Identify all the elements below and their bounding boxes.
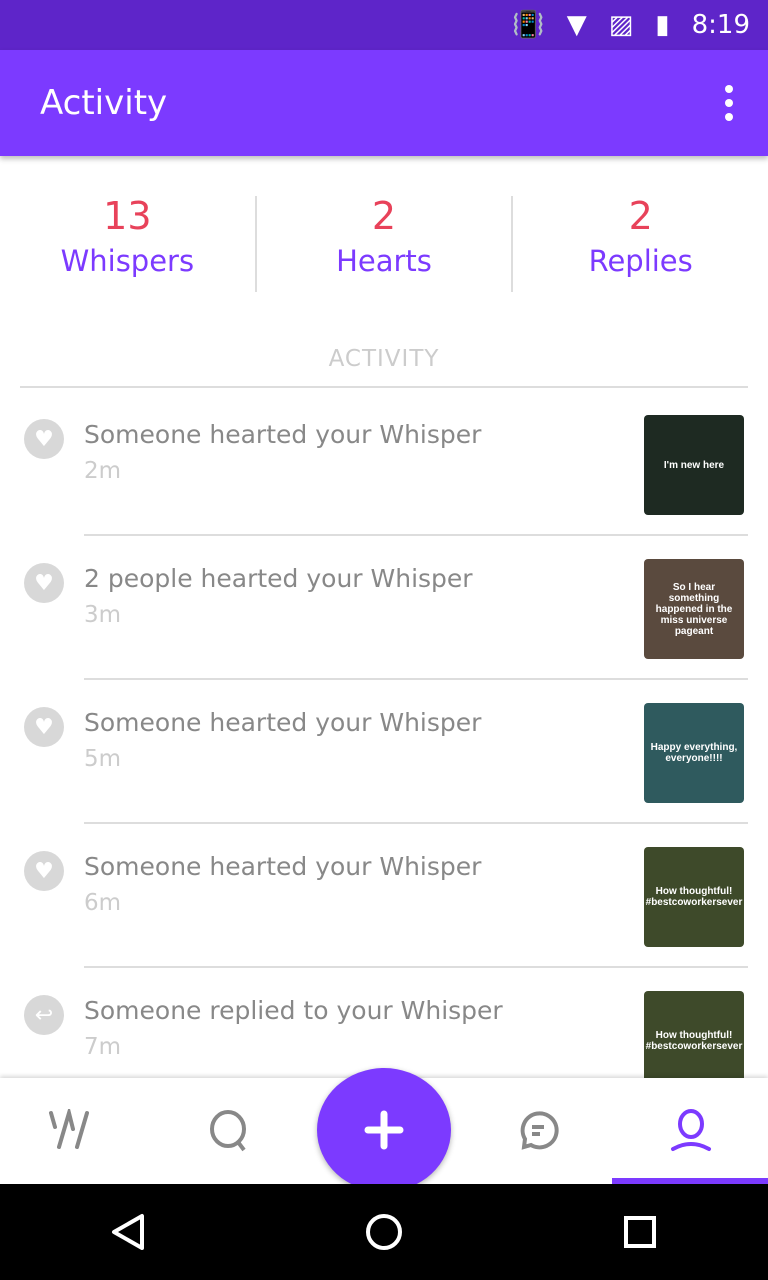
reply-icon: ↩ [24, 995, 64, 1035]
activity-text: Someone hearted your Whisper [84, 420, 482, 449]
no-sim-icon: ▨ [608, 10, 634, 40]
app-bar: Activity [0, 50, 768, 156]
activity-text: Someone hearted your Whisper [84, 852, 482, 881]
list-item[interactable]: ♥ Someone hearted your Whisper 2m I'm ne… [0, 392, 768, 536]
nav-messages[interactable] [461, 1078, 615, 1184]
vibrate-icon: 📳 [512, 10, 545, 40]
activity-time: 5m [84, 746, 122, 772]
page-title: Activity [40, 83, 168, 123]
stat-label: Replies [588, 243, 693, 278]
chat-icon [520, 1111, 559, 1150]
heart-icon: ♥ [24, 851, 64, 891]
more-options-icon[interactable] [725, 85, 733, 121]
nav-profile[interactable] [611, 1078, 768, 1184]
whisper-thumbnail[interactable]: I'm new here [644, 415, 744, 515]
whisper-thumbnail[interactable]: So I hear something happened in the miss… [644, 559, 744, 659]
stat-label: Hearts [336, 243, 432, 278]
list-item[interactable]: ♥ Someone hearted your Whisper 6m How th… [0, 824, 768, 968]
home-icon[interactable] [364, 1212, 404, 1252]
heart-icon: ♥ [24, 563, 64, 603]
heart-icon: ♥ [24, 707, 64, 747]
whisper-logo-icon [48, 1109, 89, 1149]
nav-home[interactable] [0, 1078, 154, 1184]
activity-list: ♥ Someone hearted your Whisper 2m I'm ne… [0, 392, 768, 1078]
stat-value: 2 [628, 194, 653, 238]
clock: 8:19 [691, 10, 750, 40]
back-icon[interactable] [108, 1212, 148, 1252]
stat-hearts[interactable]: 2 Hearts [257, 194, 514, 292]
list-item[interactable]: ♥ Someone hearted your Whisper 5m Happy … [0, 680, 768, 824]
stat-value: 13 [103, 194, 152, 238]
battery-icon: ▮ [655, 10, 670, 40]
compose-button[interactable] [317, 1068, 451, 1192]
whisper-thumbnail[interactable]: How thoughtful! #bestcoworkersever [644, 847, 744, 947]
stats: 13 Whispers 2 Hearts 2 Replies [0, 194, 768, 292]
activity-time: 3m [84, 602, 122, 628]
status-bar: 📳 ▼ ▨ ▮ 8:19 [0, 0, 768, 50]
profile-icon [671, 1109, 712, 1151]
stat-whispers[interactable]: 13 Whispers [0, 194, 257, 292]
whisper-thumbnail[interactable]: Happy everything, everyone!!!! [644, 703, 744, 803]
activity-text: Someone replied to your Whisper [84, 996, 503, 1025]
heart-icon: ♥ [24, 419, 64, 459]
list-item[interactable]: ♥ 2 people hearted your Whisper 3m So I … [0, 536, 768, 680]
list-item[interactable]: ↩ Someone replied to your Whisper 7m How… [0, 968, 768, 1078]
system-nav [0, 1184, 768, 1280]
activity-time: 6m [84, 890, 122, 916]
stat-replies[interactable]: 2 Replies [513, 194, 768, 292]
section-header: ACTIVITY [20, 346, 748, 388]
activity-text: 2 people hearted your Whisper [84, 564, 473, 593]
nav-search[interactable] [154, 1078, 308, 1184]
stat-label: Whispers [60, 243, 195, 278]
search-icon [210, 1110, 247, 1152]
activity-text: Someone hearted your Whisper [84, 708, 482, 737]
plus-icon [364, 1110, 404, 1150]
wifi-icon: ▼ [566, 10, 587, 40]
stat-value: 2 [371, 194, 397, 238]
activity-time: 2m [84, 458, 122, 484]
whisper-thumbnail[interactable]: How thoughtful! #bestcoworkersever [644, 991, 744, 1078]
activity-time: 7m [84, 1034, 122, 1060]
recents-icon[interactable] [620, 1212, 660, 1252]
